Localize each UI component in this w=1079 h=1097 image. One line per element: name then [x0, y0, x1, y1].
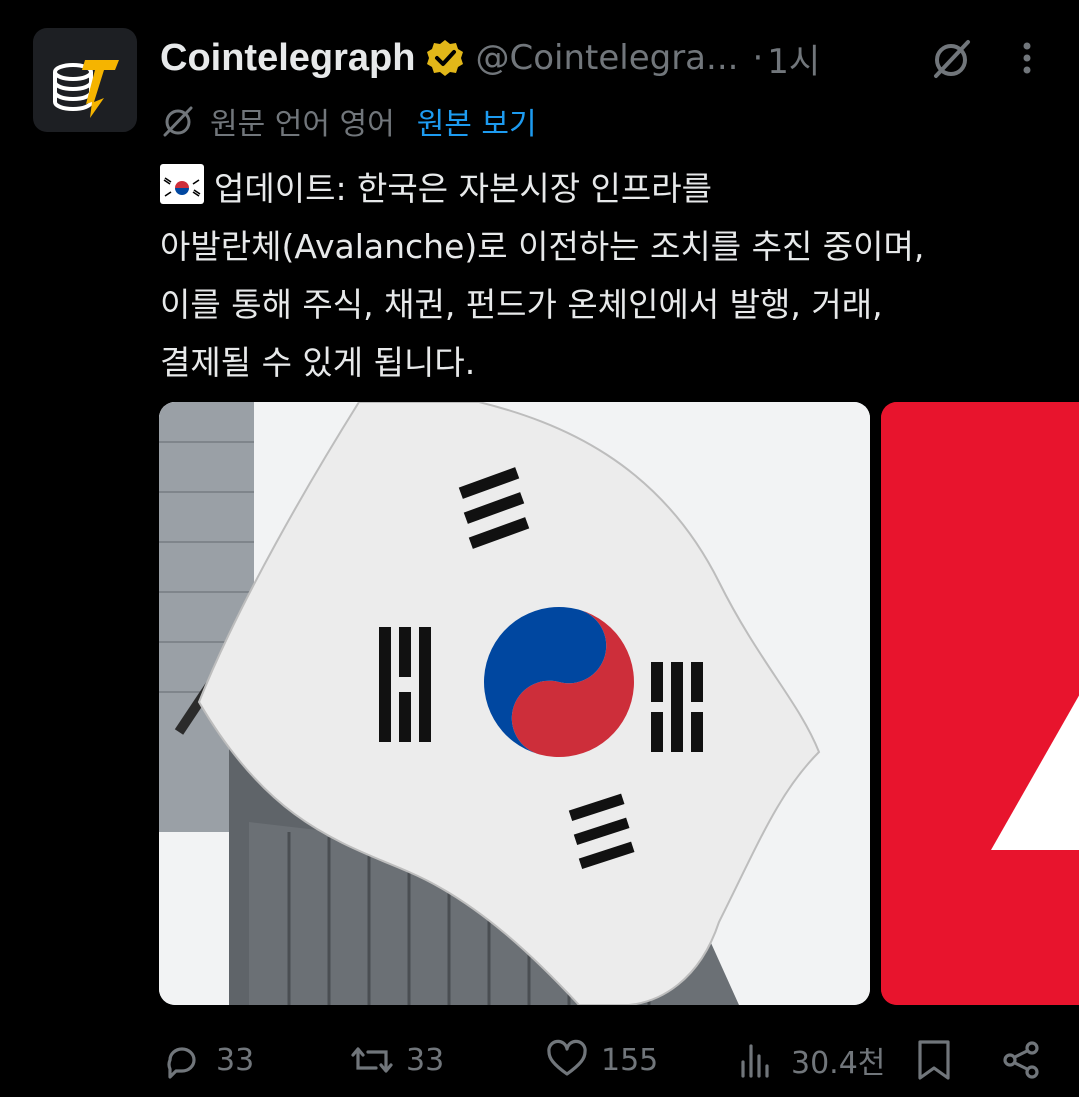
author-handle[interactable]: @Cointelegra...: [475, 38, 738, 78]
reply-count: 33: [216, 1042, 255, 1078]
tweet-actions: 33 33 155 30.4천: [160, 1032, 1050, 1088]
share-button[interactable]: [1000, 1032, 1044, 1088]
avalanche-logo-photo[interactable]: [881, 402, 1079, 1005]
separator-dot: ·: [752, 38, 764, 78]
tweet-text: 업데이트: 한국은 자본시장 인프라를 아발란체(Avalanche)로 이전하…: [160, 160, 1060, 392]
repost-icon: [351, 1047, 393, 1073]
more-icon[interactable]: [1012, 38, 1042, 78]
korean-flag-image: [159, 402, 870, 1005]
share-icon: [1003, 1041, 1039, 1079]
author-avatar[interactable]: [33, 28, 137, 132]
korean-flag-photo[interactable]: [159, 402, 870, 1005]
like-icon: [547, 1039, 587, 1076]
view-count: 30.4천: [791, 1046, 886, 1081]
views-button[interactable]: 30.4천: [735, 1032, 885, 1088]
tweet-line-1: 업데이트: 한국은 자본시장 인프라를: [160, 160, 1060, 218]
translation-row: 원문 언어 영어 원본 보기: [160, 98, 537, 144]
source-language-label: 원문 언어 영어: [210, 107, 395, 142]
cointelegraph-logo-icon: [53, 60, 119, 118]
tweet-line-3: 이를 통해 주식, 채권, 펀드가 온체인에서 발행, 거래,: [160, 285, 883, 324]
reply-icon: [167, 1047, 196, 1079]
kr-flag-emoji: [160, 164, 204, 204]
like-count: 155: [601, 1042, 659, 1078]
author-name[interactable]: Cointelegraph: [160, 37, 415, 80]
bookmark-icon: [918, 1040, 950, 1080]
reply-button[interactable]: 33: [160, 1032, 254, 1088]
tweet-line-2: 아발란체(Avalanche)로 이전하는 조치를 추진 중이며,: [160, 227, 925, 266]
tweet-line-text: 업데이트: 한국은 자본시장 인프라를: [214, 169, 712, 208]
tweet-time[interactable]: 1시: [767, 34, 820, 83]
show-original-link[interactable]: 원본 보기: [417, 99, 537, 143]
verified-badge-icon: [427, 40, 464, 76]
translate-icon: [163, 106, 193, 137]
like-button[interactable]: 155: [545, 1032, 658, 1088]
repost-button[interactable]: 33: [350, 1032, 444, 1088]
tweet-line-4: 결제될 수 있게 됩니다.: [160, 343, 476, 382]
views-icon: [741, 1044, 769, 1078]
bookmark-button[interactable]: [912, 1032, 956, 1088]
tweet-header: Cointelegraph @Cointelegra... · 1시: [160, 30, 1060, 86]
grok-icon[interactable]: [928, 36, 974, 82]
repost-count: 33: [406, 1042, 445, 1078]
avalanche-logo-icon: [881, 402, 1079, 1005]
